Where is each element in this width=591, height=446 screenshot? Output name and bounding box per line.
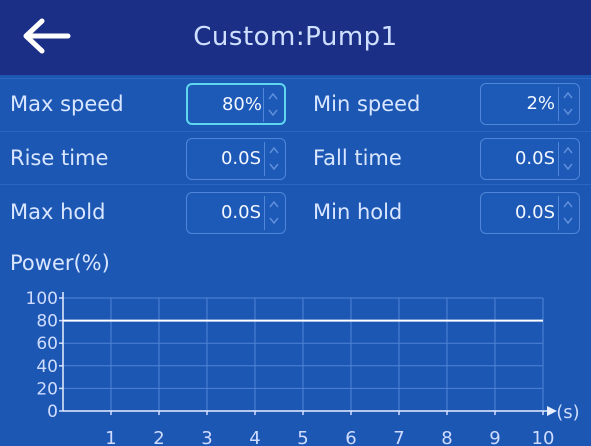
- y-tick-label: 100: [26, 289, 58, 309]
- x-axis-unit: (s): [556, 402, 579, 423]
- y-tick-label: 80: [36, 312, 58, 332]
- y-tick-label: 0: [47, 402, 58, 422]
- x-tick-label: 3: [201, 428, 212, 446]
- x-tick-label: 2: [153, 428, 164, 446]
- x-tick-label: 1: [105, 428, 116, 446]
- power-chart: 100 8060 4020 0 1 2 3 4 5 6 7 8 9 10(s): [26, 289, 580, 446]
- x-tick-label: 10: [532, 428, 555, 446]
- y-tick-label: 40: [36, 357, 58, 377]
- y-tick-label: 20: [36, 379, 58, 399]
- x-tick-label: 8: [441, 428, 452, 446]
- x-tick-label: 7: [393, 428, 404, 446]
- x-tick-label: 4: [249, 428, 260, 446]
- y-tick-label: 60: [36, 334, 58, 354]
- x-tick-label: 9: [489, 428, 500, 446]
- x-tick-label: 5: [297, 428, 308, 446]
- x-tick-label: 6: [345, 428, 356, 446]
